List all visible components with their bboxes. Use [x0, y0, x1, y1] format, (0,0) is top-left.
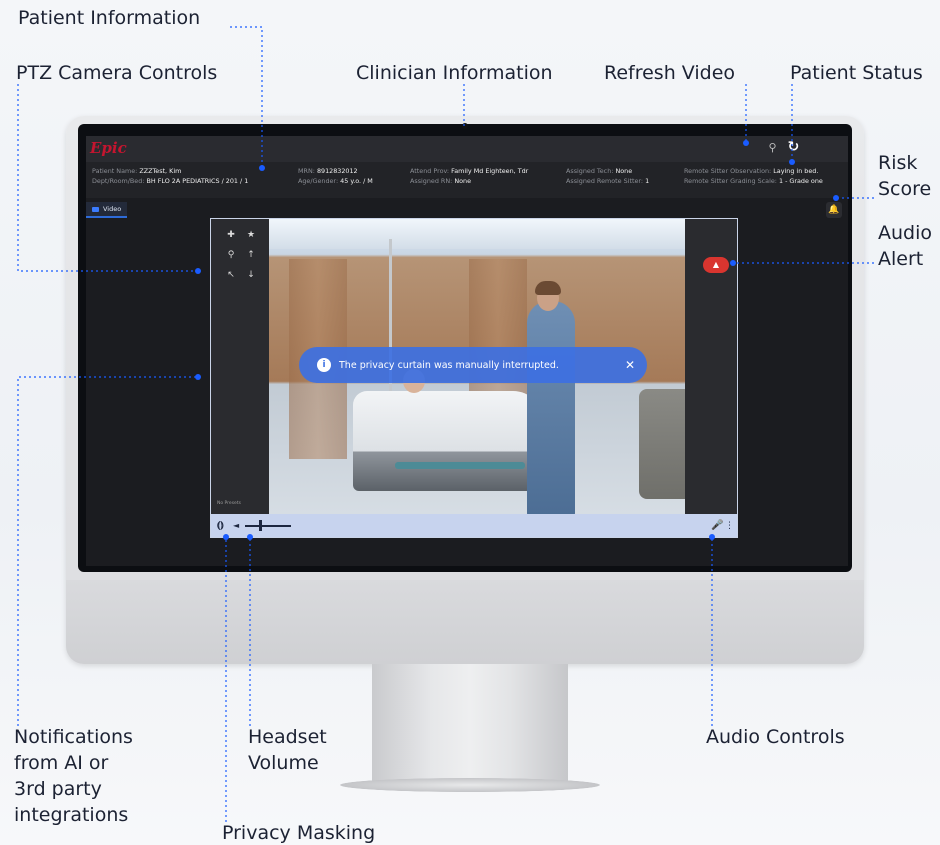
- tab-video-label: Video: [103, 205, 122, 213]
- volume-slider-thumb[interactable]: [259, 520, 262, 531]
- callout-dot-ptz: [195, 268, 201, 274]
- callout-notifications-line3: 3rd party: [14, 778, 102, 800]
- topbar-icons: ⚲ ↻: [766, 140, 838, 154]
- callout-dot-audio-alert: [730, 260, 736, 266]
- toast-message: The privacy curtain was manually interru…: [339, 359, 559, 371]
- observation-value: Laying in bed.: [773, 167, 819, 175]
- callout-risk-score-line2: Score: [878, 178, 932, 200]
- callout-patient-status: Patient Status: [790, 62, 923, 84]
- assigned-rn-label: Assigned RN:: [410, 177, 453, 185]
- callout-notifications-line4: integrations: [14, 804, 129, 826]
- callout-dot-patient-status: [789, 159, 795, 165]
- tab-video[interactable]: Video: [86, 202, 128, 218]
- assigned-tech-label: Assigned Tech:: [566, 167, 614, 175]
- callout-audio-alert-line2: Alert: [878, 248, 924, 270]
- callout-headset-volume-line2: Volume: [248, 752, 319, 774]
- assigned-sitter-label: Assigned Remote Sitter:: [566, 177, 644, 185]
- callout-privacy-masking: Privacy Masking: [222, 822, 376, 844]
- patient-ids-block: MRN: 8912832012 Age/Gender: 45 y.o. / M: [298, 166, 373, 186]
- privacy-masking-button[interactable]: ⦅⦆: [217, 519, 229, 532]
- callout-notifications-line2: from AI or: [14, 752, 109, 774]
- observation-label: Remote Sitter Observation:: [684, 167, 772, 175]
- close-icon[interactable]: ✕: [625, 358, 635, 372]
- app-topbar: Epic ⚲ ↻: [86, 136, 848, 162]
- grading-scale-value: 1 - Grade one: [778, 177, 823, 185]
- refresh-icon[interactable]: ↻: [787, 140, 800, 154]
- callout-refresh-video: Refresh Video: [604, 62, 736, 84]
- notification-toast: i The privacy curtain was manually inter…: [299, 347, 647, 383]
- video-control-bar: ⦅⦆ ◄ 🎤 ⋮: [211, 514, 737, 537]
- assigned-sitter-value: 1: [645, 177, 650, 185]
- callout-audio-alert-line1: Audio: [878, 222, 933, 244]
- ptz-controls: ✚ ★ ⚲ ↑ ↖ ↓ No Presets: [211, 219, 269, 514]
- clinician-info-block: Attend Prov: Family Md Eighteen, Tdr Ass…: [410, 166, 528, 186]
- grading-scale-label: Remote Sitter Grading Scale:: [684, 177, 777, 185]
- callout-dot-risk-score: [833, 195, 839, 201]
- dept-value: BH FLO 2A PEDIATRICS / 201 / 1: [146, 177, 249, 185]
- age-gender-label: Age/Gender:: [298, 177, 339, 185]
- assignment-info-block: Assigned Tech: None Assigned Remote Sitt…: [566, 166, 649, 186]
- room-chair: [639, 389, 687, 499]
- ptz-zoom-icon[interactable]: ⚲: [225, 249, 237, 261]
- callout-audio-controls: Audio Controls: [706, 726, 845, 748]
- patient-name-label: Patient Name:: [92, 167, 138, 175]
- ptz-tilt-up-icon[interactable]: ↑: [245, 249, 257, 261]
- age-gender-value: 45 y.o. / M: [340, 177, 373, 185]
- callout-dot-patient-information: [259, 165, 265, 171]
- ptz-tilt-down-icon[interactable]: ↓: [245, 269, 257, 281]
- nurse-hair: [535, 281, 561, 295]
- callout-risk-score-line1: Risk: [878, 152, 918, 174]
- info-icon: i: [317, 358, 331, 372]
- callout-dot-notifications: [195, 374, 201, 380]
- mrn-label: MRN:: [298, 167, 315, 175]
- nurse-figure: [527, 301, 575, 514]
- callout-clinician-information: Clinician Information: [356, 62, 553, 84]
- ptz-move-icon[interactable]: ✚: [225, 229, 237, 241]
- monitor-chin: [66, 580, 864, 664]
- callout-ptz-camera-controls: PTZ Camera Controls: [16, 62, 218, 84]
- callout-dot-privacy-masking: [223, 534, 229, 540]
- mrn-value: 8912832012: [316, 167, 358, 175]
- hospital-bed: [353, 391, 543, 491]
- callout-dot-audio-controls: [709, 534, 715, 540]
- app-screen: Epic ⚲ ↻ Patient Name: ZZZTest, Kim Dept…: [86, 136, 848, 566]
- assigned-rn-value: None: [454, 177, 472, 185]
- more-options-icon[interactable]: ⋮: [725, 519, 734, 533]
- no-presets-label: No Presets: [217, 501, 241, 506]
- callout-headset-volume-line1: Headset: [248, 726, 327, 748]
- search-icon[interactable]: ⚲: [766, 141, 779, 154]
- webcam-dot: [462, 123, 468, 129]
- attend-prov-value: Family Md Eighteen, Tdr: [451, 167, 529, 175]
- ptz-pan-icon[interactable]: ↖: [225, 269, 237, 281]
- patient-info-bar: Patient Name: ZZZTest, Kim Dept/Room/Bed…: [86, 162, 848, 198]
- microphone-icon[interactable]: 🎤: [711, 519, 723, 533]
- patient-info-block: Patient Name: ZZZTest, Kim Dept/Room/Bed…: [92, 166, 248, 186]
- callout-dot-headset-volume: [247, 534, 253, 540]
- warning-icon[interactable]: ▲: [703, 257, 729, 273]
- volume-slider-track[interactable]: [245, 525, 291, 527]
- video-panel: ✚ ★ ⚲ ↑ ↖ ↓ No Presets ▲ i The privacy c…: [210, 218, 738, 538]
- dept-label: Dept/Room/Bed:: [92, 177, 145, 185]
- ptz-preset-star-icon[interactable]: ★: [245, 229, 257, 241]
- patient-status-block: Remote Sitter Observation: Laying in bed…: [684, 166, 823, 186]
- epic-logo: Epic: [90, 139, 127, 157]
- attend-prov-label: Attend Prov:: [410, 167, 450, 175]
- monitor-stand: [372, 664, 568, 784]
- speaker-icon: ◄: [233, 521, 240, 530]
- patient-name-value: ZZZTest, Kim: [139, 167, 182, 175]
- bed-rail: [395, 462, 525, 469]
- bell-icon[interactable]: 🔔: [826, 202, 842, 218]
- room-ceiling: [269, 219, 687, 249]
- callout-patient-information: Patient Information: [18, 7, 201, 29]
- video-camera-icon: [92, 206, 99, 212]
- callout-notifications-line1: Notifications: [14, 726, 133, 748]
- monitor-foot: [340, 778, 600, 792]
- callout-dot-refresh: [743, 140, 749, 146]
- assigned-tech-value: None: [615, 167, 633, 175]
